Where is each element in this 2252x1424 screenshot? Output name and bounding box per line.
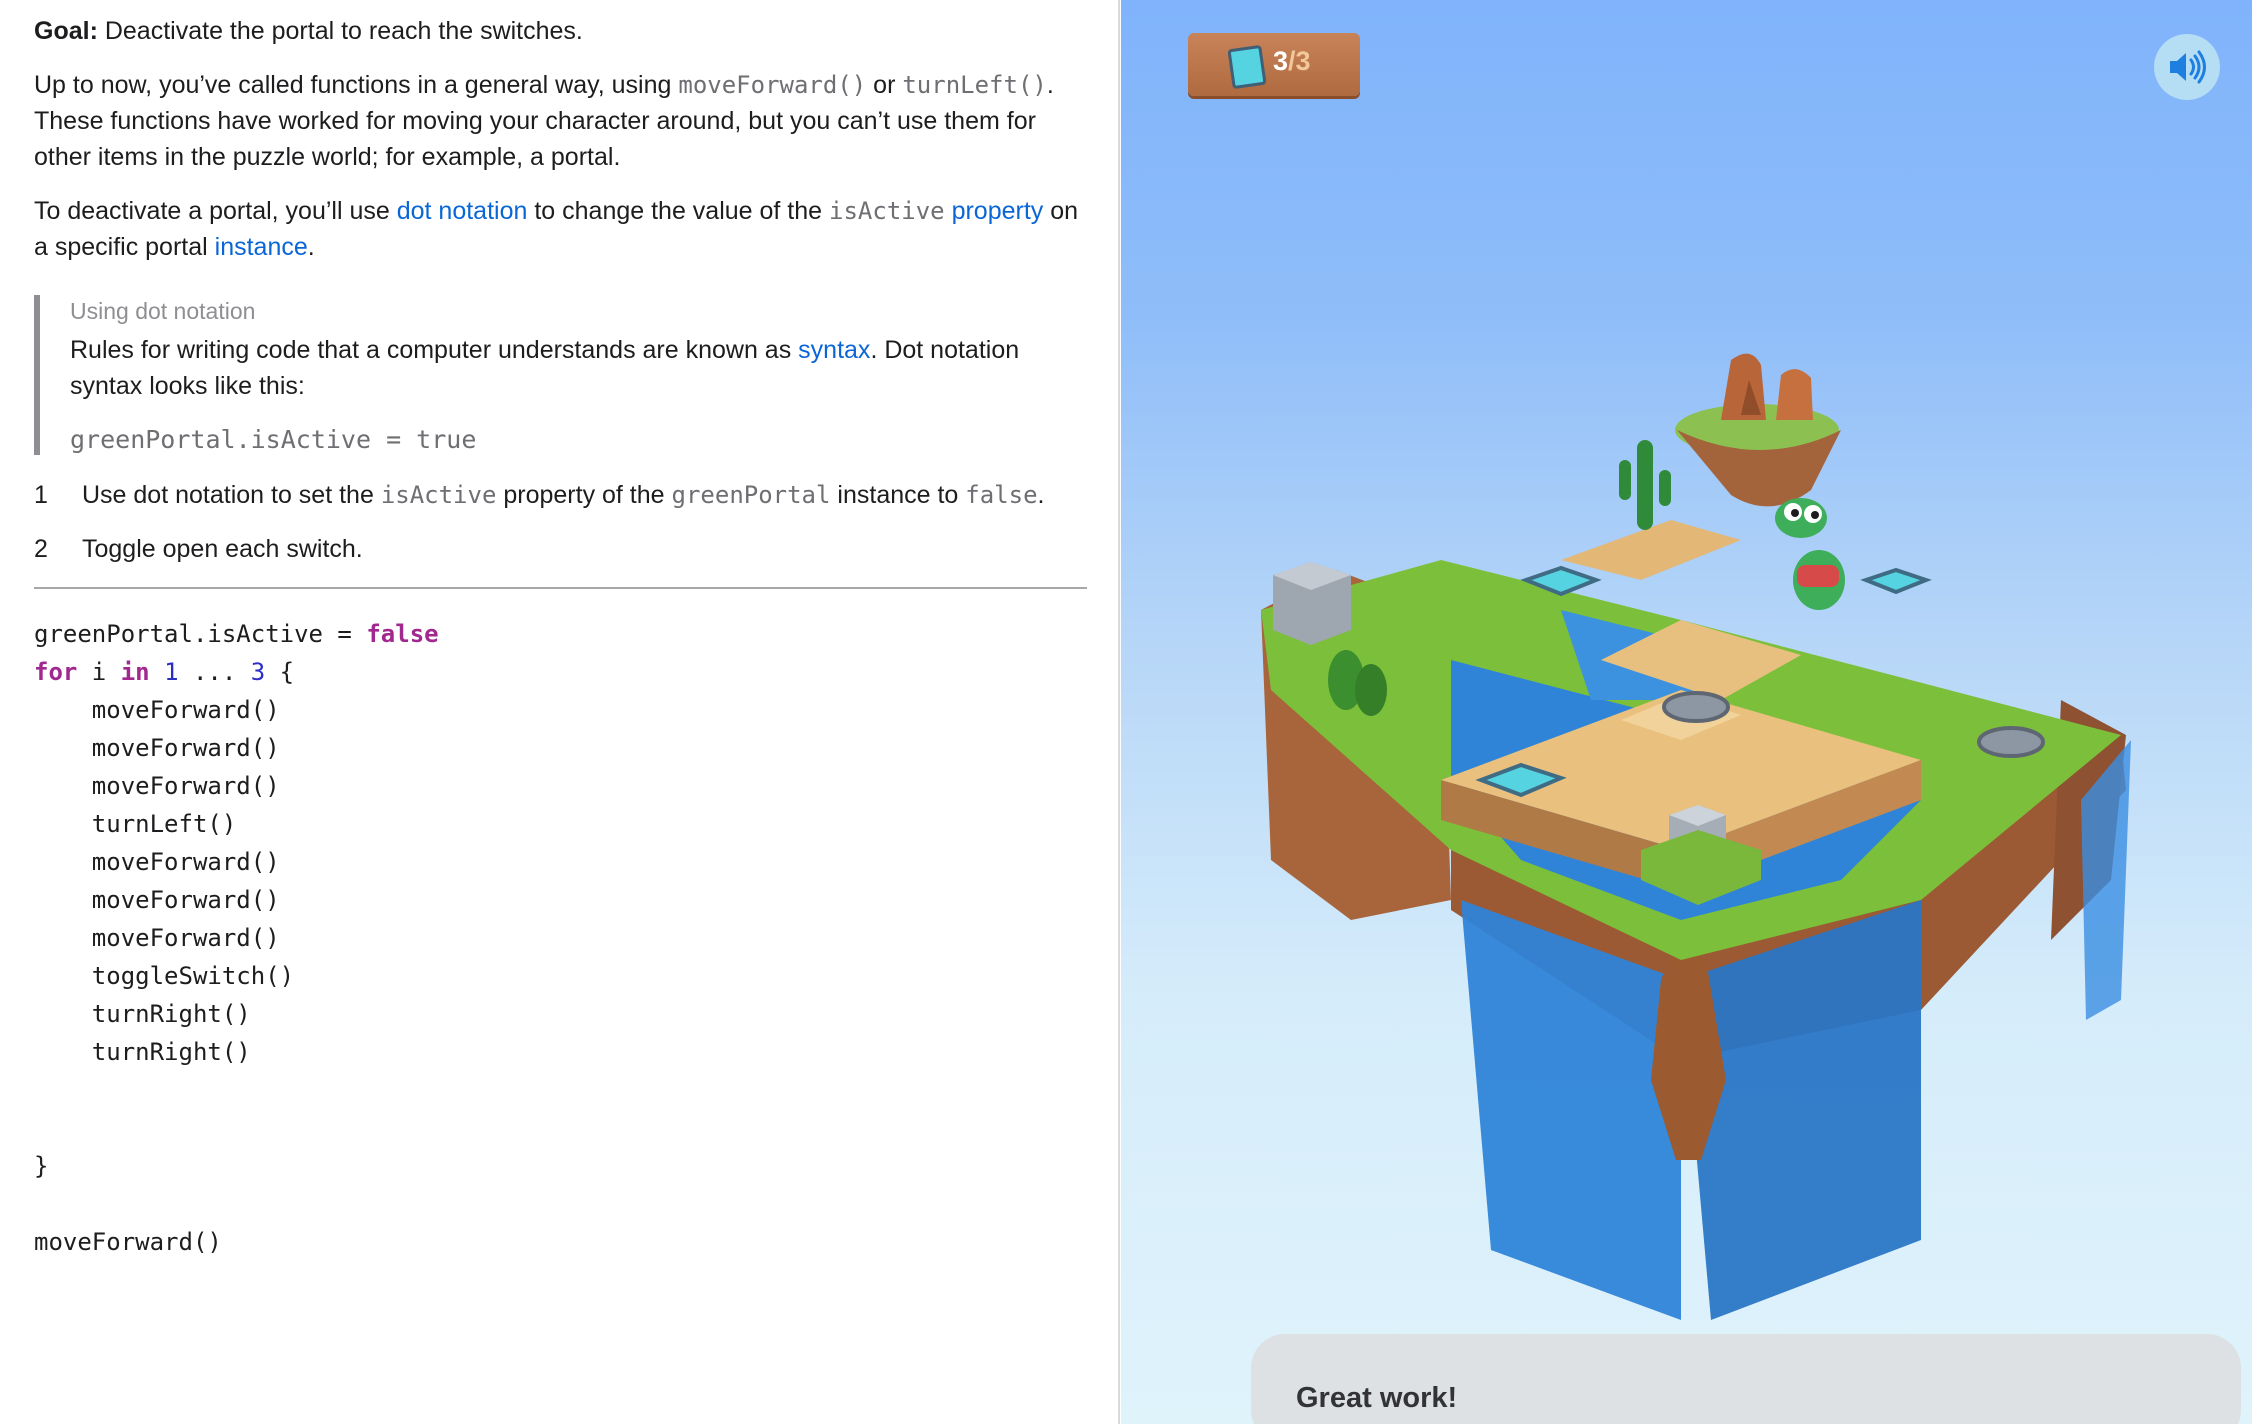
- code-line[interactable]: moveForward(): [34, 843, 280, 881]
- code-line[interactable]: moveForward(): [34, 691, 280, 729]
- step-text: Toggle open each switch.: [82, 535, 363, 563]
- instance-link[interactable]: instance: [215, 233, 308, 261]
- text-segment: Use dot notation to set the: [82, 481, 381, 509]
- text-segment: property of the: [496, 481, 672, 509]
- keyword-token: in: [120, 658, 150, 686]
- code-move-forward: moveForward(): [678, 71, 867, 99]
- game-view[interactable]: 3/3 Great work!: [1121, 0, 2252, 1424]
- text-segment: .: [1037, 481, 1045, 509]
- step-text: Use dot notation to set the isActive pro…: [82, 477, 1044, 513]
- text-segment: .: [307, 233, 315, 261]
- portal-paragraph: To deactivate a portal, you’ll use dot n…: [34, 193, 1094, 265]
- code-line[interactable]: toggleSwitch(): [34, 957, 294, 995]
- number-token: 3: [250, 658, 266, 686]
- code-token: greenPortal.isActive =: [34, 620, 367, 648]
- gem-total: 3: [1295, 46, 1311, 76]
- cactus: [1619, 440, 1671, 530]
- puzzle-world-scene: [1261, 353, 2131, 1320]
- goal-text: Goal: Deactivate the portal to reach the…: [34, 13, 1094, 49]
- floating-rock-island: [1675, 353, 1841, 507]
- goal-label: Goal:: [34, 17, 98, 45]
- code-token: ...: [178, 658, 251, 686]
- step-number: 2: [34, 535, 48, 563]
- code-line[interactable]: moveForward(): [34, 919, 280, 957]
- text-segment: instance to: [830, 481, 966, 509]
- callout-title: Using dot notation: [70, 298, 256, 324]
- gem-icon: [1227, 44, 1267, 90]
- code-line[interactable]: moveForward(): [34, 881, 280, 919]
- code-line[interactable]: for i in 1 ... 3 {: [34, 653, 294, 691]
- goal-description: Deactivate the portal to reach the switc…: [97, 17, 583, 45]
- callout-body: Rules for writing code that a computer u…: [70, 332, 1070, 404]
- dot-notation-link[interactable]: dot notation: [397, 197, 528, 225]
- code-line[interactable]: greenPortal.isActive = false: [34, 615, 439, 653]
- code-token: i: [77, 658, 121, 686]
- code-line[interactable]: moveForward(): [34, 767, 280, 805]
- gem-counter-text: 3/3: [1273, 46, 1311, 77]
- byte-character: [1775, 498, 1845, 610]
- syntax-link[interactable]: syntax: [798, 336, 870, 364]
- text-segment: to change the value of the: [527, 197, 830, 225]
- gem-count-separator: /: [1288, 46, 1296, 76]
- code-turn-left: turnLeft(): [902, 71, 1047, 99]
- text-segment: Rules for writing code that a computer u…: [70, 336, 799, 364]
- text-segment: To deactivate a portal, you’ll use: [34, 197, 397, 225]
- keyword-token: for: [34, 658, 78, 686]
- intro-paragraph: Up to now, you’ve called functions in a …: [34, 67, 1094, 175]
- number-token: 1: [164, 658, 179, 686]
- code-token: {: [265, 658, 295, 686]
- text-segment: or: [866, 71, 903, 99]
- gem-counter-badge: 3/3: [1188, 33, 1360, 96]
- success-message: Great work!: [1296, 1382, 1458, 1414]
- code-line[interactable]: turnRight(): [34, 1033, 251, 1071]
- code-false: false: [965, 481, 1038, 509]
- property-link[interactable]: property: [952, 197, 1044, 225]
- keyword-token: false: [366, 620, 439, 648]
- code-line[interactable]: moveForward(): [34, 729, 280, 767]
- code-line[interactable]: turnLeft(): [34, 805, 237, 843]
- callout-code-example: greenPortal.isActive = true: [70, 425, 477, 454]
- text-segment: Up to now, you’ve called functions in a …: [34, 71, 679, 99]
- code-is-active: isActive: [380, 481, 497, 509]
- dot-notation-callout: Using dot notation Rules for writing cod…: [34, 295, 1084, 455]
- gem-count: 3: [1273, 46, 1289, 76]
- code-is-active: isActive: [829, 197, 945, 225]
- sound-button[interactable]: [2154, 34, 2220, 100]
- success-toast: Great work!: [1251, 1334, 2241, 1424]
- code-line[interactable]: }: [34, 1147, 48, 1185]
- code-line[interactable]: turnRight(): [34, 995, 251, 1033]
- code-green-portal: greenPortal: [671, 481, 831, 509]
- step-number: 1: [34, 481, 48, 509]
- speaker-icon: [2170, 50, 2206, 84]
- divider: [34, 587, 1087, 589]
- code-line[interactable]: moveForward(): [34, 1223, 222, 1261]
- instructions-pane: Goal: Deactivate the portal to reach the…: [0, 0, 1120, 1424]
